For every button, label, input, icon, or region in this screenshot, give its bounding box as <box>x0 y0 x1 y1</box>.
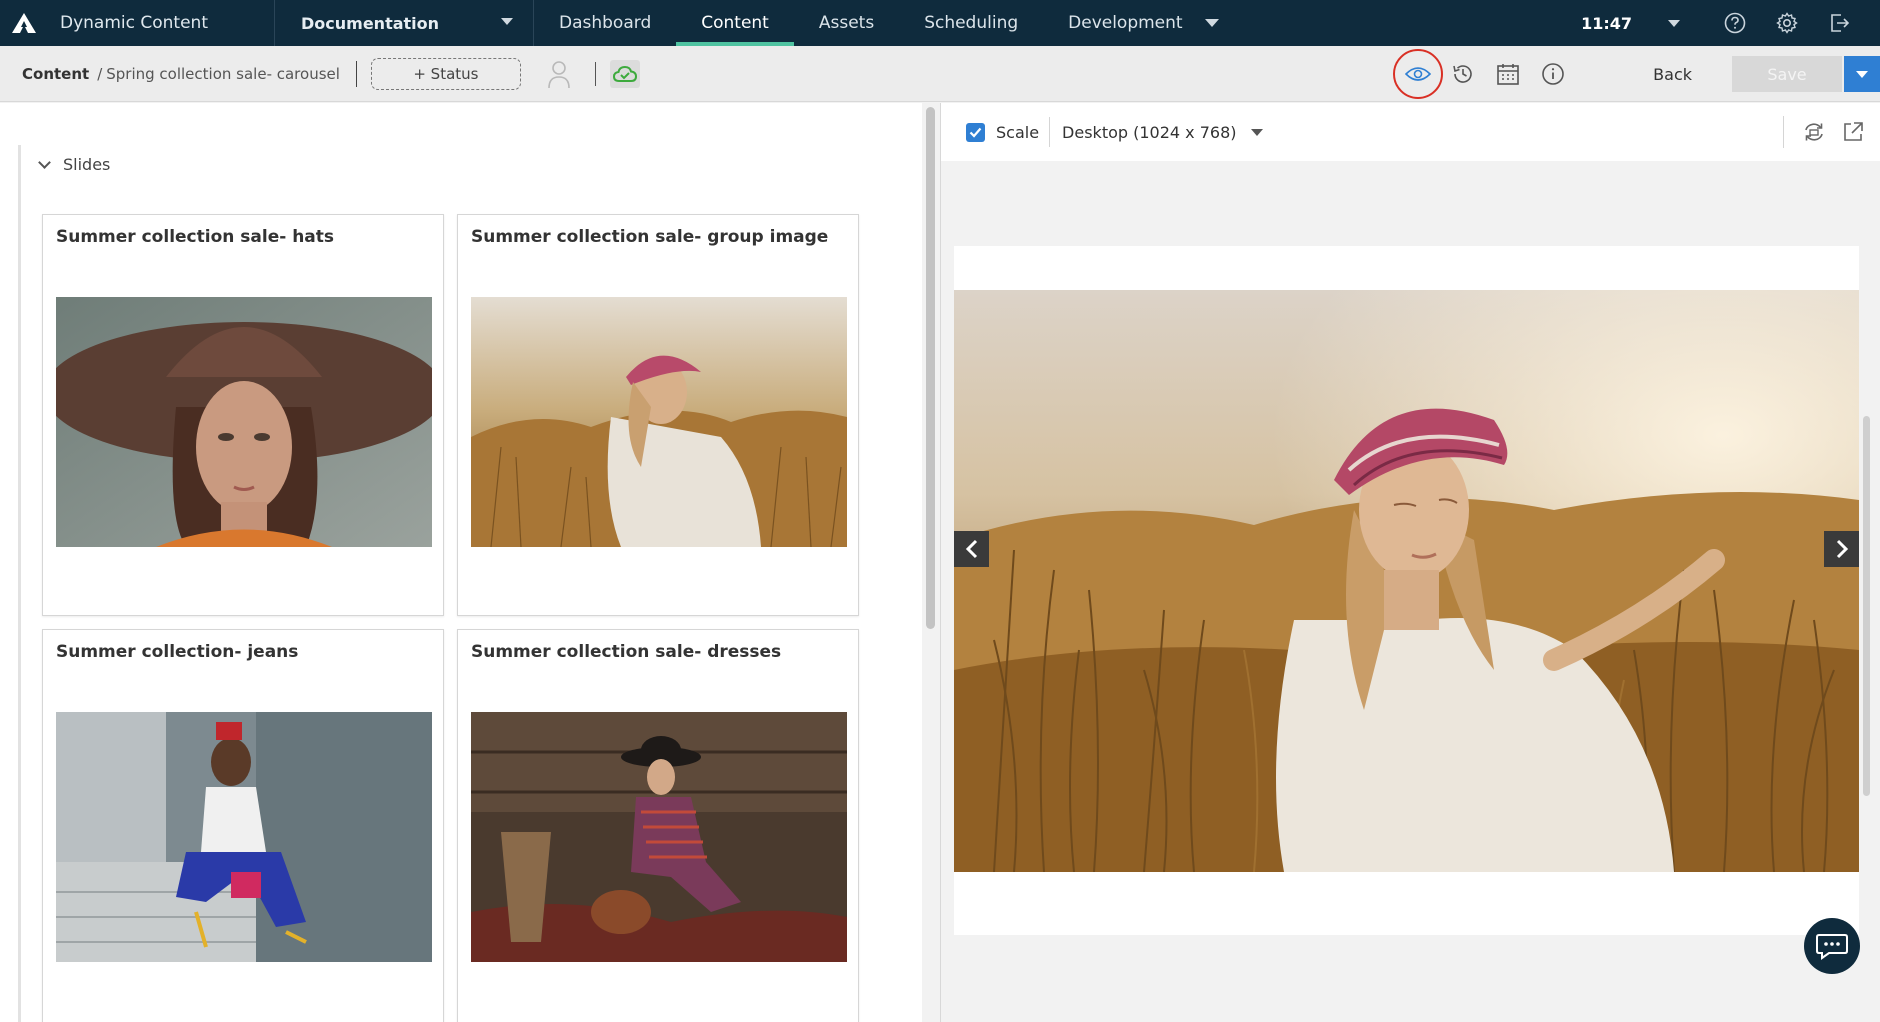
slide-title: Summer collection sale- dresses <box>471 642 782 662</box>
slide-card[interactable]: Summer collection- jeans <box>42 629 444 1022</box>
slide-image <box>56 297 432 547</box>
device-selector[interactable]: Desktop (1024 x 768) <box>1062 123 1236 142</box>
slide-title: Summer collection- jeans <box>56 642 299 662</box>
logout-icon[interactable] <box>1828 12 1850 34</box>
history-icon[interactable] <box>1450 61 1476 87</box>
slide-image <box>471 297 847 547</box>
preview-toolbar: Scale Desktop (1024 x 768) <box>941 103 1880 161</box>
chevron-down-icon[interactable] <box>1250 128 1263 136</box>
breadcrumb-root[interactable]: Content <box>22 65 89 83</box>
slide-card[interactable]: Summer collection sale- group image <box>457 214 859 616</box>
external-link-icon[interactable] <box>1841 120 1865 144</box>
content-editor: Slides Summer collection sale- hats Summ… <box>0 103 922 1022</box>
gear-icon[interactable] <box>1776 12 1798 34</box>
app-title: Dynamic Content <box>60 13 208 33</box>
chevron-down-icon <box>1856 70 1868 78</box>
chevron-down-icon <box>1204 19 1219 27</box>
tab-development-label: Development <box>1068 13 1183 33</box>
tab-development[interactable]: Development <box>1043 0 1243 46</box>
carousel-next-button[interactable] <box>1824 531 1859 567</box>
toolbar-divider <box>594 61 596 86</box>
chevron-down-icon <box>501 18 513 25</box>
preview-divider <box>1783 116 1784 148</box>
preview-actions <box>1783 103 1880 161</box>
preview-scrollbar[interactable] <box>1863 416 1870 796</box>
preview-divider <box>1049 117 1051 147</box>
hub-name: Documentation <box>301 13 440 33</box>
slide-card[interactable]: Summer collection sale- dresses <box>457 629 859 1022</box>
slide-title: Summer collection sale- group image <box>471 227 829 247</box>
slides-section-toggle[interactable]: Slides <box>38 155 111 174</box>
slide-title: Summer collection sale- hats <box>56 227 335 247</box>
eye-icon[interactable] <box>1393 49 1444 99</box>
help-icon[interactable] <box>1724 12 1746 34</box>
calendar-icon[interactable] <box>1495 61 1521 87</box>
tab-assets[interactable]: Assets <box>794 0 899 46</box>
tab-content[interactable]: Content <box>676 0 794 46</box>
preview-viewport <box>954 246 1859 935</box>
logo-icon[interactable] <box>0 0 48 46</box>
breadcrumb-separator: / <box>97 64 103 83</box>
chevron-down-icon <box>38 156 51 169</box>
scale-checkbox[interactable] <box>966 122 985 142</box>
carousel-prev-button[interactable] <box>954 531 989 567</box>
top-nav: Dynamic Content Documentation Dashboard … <box>0 0 1880 46</box>
refresh-icon[interactable] <box>1802 120 1826 144</box>
slide-image <box>471 712 847 962</box>
save-options-button[interactable] <box>1844 56 1880 92</box>
toolbar-divider <box>355 60 357 87</box>
slide-card[interactable]: Summer collection sale- hats <box>42 214 444 616</box>
visualization-preview: Scale Desktop (1024 x 768) <box>941 103 1880 1022</box>
time-display[interactable]: 11:47 <box>1581 14 1632 33</box>
chevron-down-icon[interactable] <box>1668 19 1680 27</box>
add-status-button[interactable]: + Status <box>370 57 521 90</box>
carousel-slide-image <box>954 290 1859 872</box>
highlight-ring <box>1393 49 1444 99</box>
info-icon[interactable] <box>1540 61 1566 87</box>
back-button[interactable]: Back <box>1653 65 1692 84</box>
slide-image <box>56 712 432 962</box>
chat-icon[interactable] <box>1804 918 1860 974</box>
tab-dashboard[interactable]: Dashboard <box>534 0 676 46</box>
section-rule <box>18 145 21 1022</box>
tab-scheduling[interactable]: Scheduling <box>899 0 1043 46</box>
content-toolbar: Content / Spring collection sale- carous… <box>0 46 1880 102</box>
user-icon[interactable] <box>547 59 571 89</box>
editor-scrollbar[interactable] <box>926 107 935 629</box>
top-right-controls: 11:47 <box>1581 0 1880 46</box>
slides-section-label: Slides <box>63 155 111 174</box>
cloud-sync-icon[interactable] <box>609 59 640 88</box>
scale-label: Scale <box>996 122 1040 142</box>
toolbar-actions: Back Save <box>1393 46 1880 102</box>
hub-selector[interactable]: Documentation <box>274 0 534 46</box>
save-button[interactable]: Save <box>1732 56 1842 92</box>
breadcrumb-current: Spring collection sale- carousel <box>106 64 340 83</box>
